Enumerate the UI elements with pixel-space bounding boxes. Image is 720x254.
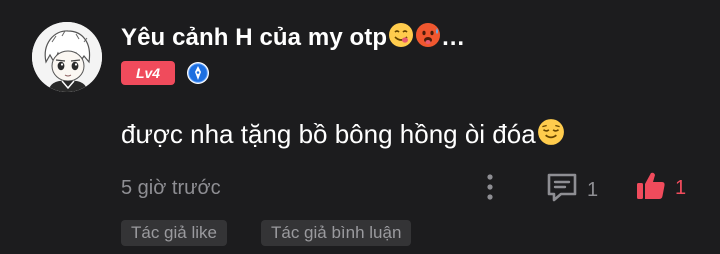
more-vertical-icon[interactable]: [480, 172, 500, 207]
comment-text: được nha tặng bồ bông hồng òi đóa: [121, 118, 565, 153]
timestamp: 5 giờ trước: [121, 177, 221, 199]
username-ellipsis: …: [441, 24, 466, 51]
thumbs-up-icon: [635, 170, 667, 207]
tag-author-replied: Tác giả bình luận: [261, 220, 412, 246]
verified-badge-icon: [186, 61, 210, 90]
reply-comment-icon: [545, 172, 579, 209]
avatar-image: [32, 22, 102, 92]
avatar[interactable]: [32, 22, 102, 92]
like-button[interactable]: 1: [635, 170, 686, 207]
username-text: Yêu cảnh H của my otp: [121, 24, 388, 51]
face-savoring-food-emoji: [388, 22, 414, 55]
tag-author-liked: Tác giả like: [121, 220, 227, 246]
relieved-face-emoji: [537, 118, 565, 153]
like-count: 1: [675, 177, 687, 199]
comment-body: được nha tặng bồ bông hồng òi đóa: [121, 119, 536, 149]
reply-count: 1: [587, 179, 599, 201]
username[interactable]: Yêu cảnh H của my otp …: [121, 22, 465, 55]
reply-button[interactable]: 1: [545, 172, 598, 209]
level-badge: Lv4: [121, 61, 175, 85]
hot-face-emoji: [415, 22, 441, 55]
